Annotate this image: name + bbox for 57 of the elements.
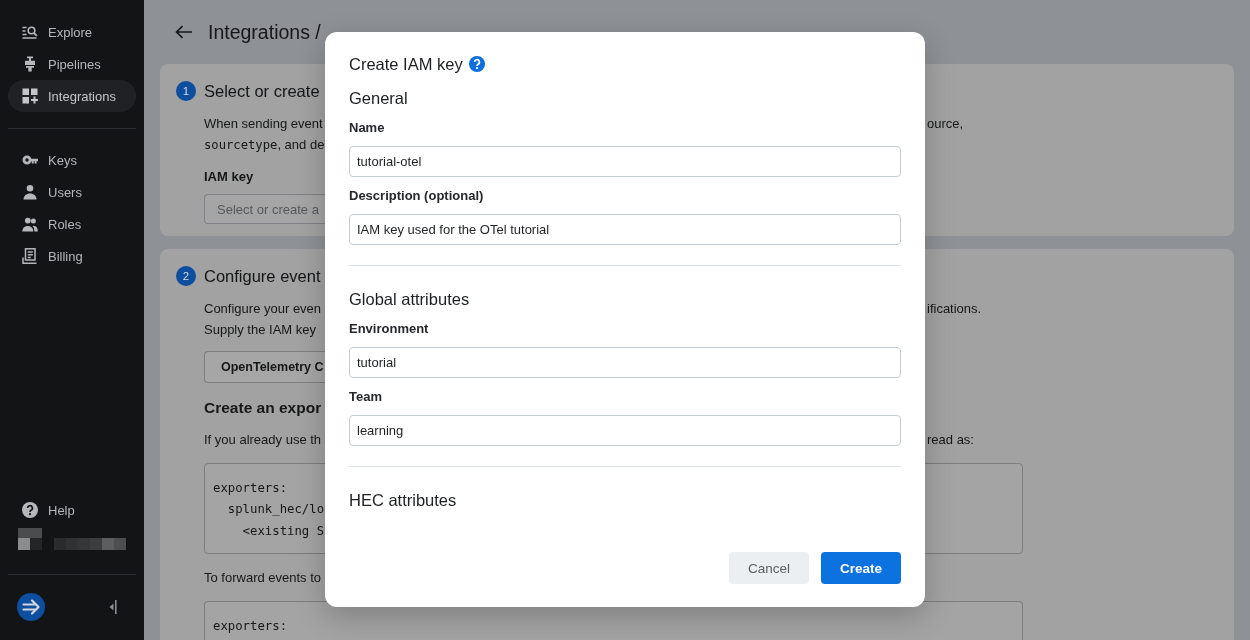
subheading: Create an expor xyxy=(204,398,322,418)
body-text: Supply the IAM key xyxy=(204,320,316,339)
field-label: IAM key xyxy=(204,168,254,186)
receipt-icon xyxy=(22,248,38,264)
create-button[interactable]: Create xyxy=(821,552,901,584)
pipe-icon xyxy=(22,56,38,72)
body-text: If you already use th xyxy=(204,431,322,449)
step-heading: Configure event xyxy=(204,266,321,287)
section-heading: General xyxy=(349,88,409,109)
section-heading: Global attributes xyxy=(349,289,471,310)
code-line: exporters: xyxy=(213,480,288,495)
page-title: Integrations / xyxy=(208,20,321,45)
sidebar-item[interactable]: Users xyxy=(8,176,136,208)
field-label: Environment xyxy=(349,320,429,338)
select-field[interactable]: Select or create a xyxy=(204,194,325,224)
section-heading: HEC attributes xyxy=(349,490,458,511)
step-number: 2 xyxy=(176,266,196,286)
cancel-button[interactable]: Cancel xyxy=(729,552,809,584)
users-icon xyxy=(22,216,38,232)
field-label: Description (optional) xyxy=(349,187,484,205)
grid-plus-icon xyxy=(22,88,38,104)
text-field[interactable]: IAM key used for the OTel tutorial xyxy=(349,214,901,245)
pixelated-name-drawing xyxy=(54,538,126,550)
sidebar-item[interactable]: Billing xyxy=(8,240,136,272)
sidebar-item[interactable]: Pipelines xyxy=(8,48,136,80)
sidebar-item[interactable]: Keys xyxy=(8,144,136,176)
help-link[interactable]: Help xyxy=(8,494,136,526)
text-field[interactable]: learning xyxy=(349,415,901,446)
help-icon[interactable] xyxy=(468,56,485,72)
help-icon xyxy=(22,502,38,518)
explore-icon xyxy=(22,24,38,40)
text-field[interactable]: tutorial-otel xyxy=(349,146,901,177)
field-label: Name xyxy=(349,119,385,137)
arrow-logo-icon[interactable] xyxy=(17,593,45,621)
field-label: Team xyxy=(349,388,382,406)
code-line: exporters: xyxy=(213,618,288,633)
body-text: To forward events to xyxy=(204,569,322,587)
code-line: <existing S xyxy=(241,523,325,538)
pixelated-avatar-icon xyxy=(18,528,42,550)
collapse-icon[interactable] xyxy=(109,600,117,614)
back-arrow-icon[interactable] xyxy=(175,25,193,39)
step-heading: Select or create xyxy=(204,81,320,102)
body-text: read as: xyxy=(927,431,974,449)
body-text: Configure your even xyxy=(204,300,322,318)
body-text: ifications. xyxy=(927,300,982,318)
sidebar-item[interactable]: Explore xyxy=(8,16,136,48)
body-text: When sending event xyxy=(204,115,323,133)
body-text: ource, xyxy=(927,115,964,133)
dialog-title: Create IAM key xyxy=(349,54,463,75)
step-number: 1 xyxy=(176,81,196,101)
tab-button[interactable]: OpenTelemetry C xyxy=(204,351,325,383)
sidebar-item[interactable]: Integrations xyxy=(8,80,136,112)
sidebar-item[interactable]: Roles xyxy=(8,208,136,240)
body-text: sourcetype, and de xyxy=(204,135,325,154)
text-field[interactable]: tutorial xyxy=(349,347,901,378)
user-icon xyxy=(22,184,38,200)
code-line: splunk_hec/lo xyxy=(226,502,325,516)
